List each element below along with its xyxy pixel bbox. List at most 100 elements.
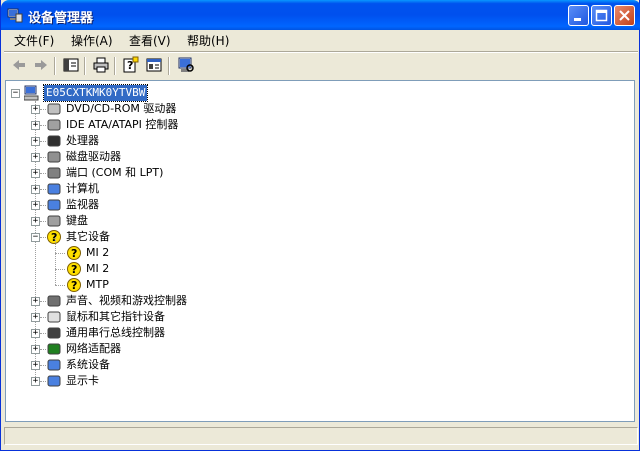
- computer-icon: [47, 183, 61, 195]
- expand-toggle[interactable]: +: [31, 297, 40, 306]
- system-device-icon: [47, 359, 61, 371]
- console-tree-icon[interactable]: [62, 56, 80, 74]
- tree-item[interactable]: + 网络适配器: [6, 341, 626, 357]
- tree-item-label: MTP: [86, 278, 109, 291]
- menu-view[interactable]: 查看(V): [129, 32, 171, 49]
- tree-guide: [55, 253, 65, 254]
- print-icon[interactable]: [92, 56, 110, 74]
- tree-item[interactable]: + 键盘: [6, 213, 626, 229]
- tree-item[interactable]: + 监视器: [6, 197, 626, 213]
- expand-toggle[interactable]: +: [31, 313, 40, 322]
- mouse-icon: [47, 311, 61, 323]
- usb-icon: [47, 327, 61, 339]
- expand-toggle[interactable]: +: [31, 201, 40, 210]
- tree-item[interactable]: + IDE ATA/ATAPI 控制器: [6, 117, 626, 133]
- unknown-device-icon: ?: [67, 262, 81, 276]
- expand-toggle[interactable]: +: [31, 217, 40, 226]
- tree-item[interactable]: + 处理器: [6, 133, 626, 149]
- tree-item[interactable]: + 声音、视频和游戏控制器: [6, 293, 626, 309]
- toolbar-separator: [54, 57, 56, 75]
- status-bar: [4, 425, 638, 447]
- display-adapter-icon: [47, 375, 61, 387]
- toolbar-separator: [168, 57, 170, 75]
- tree-child-item[interactable]: ? MI 2: [6, 245, 626, 261]
- dvd-drive-icon: [47, 103, 61, 115]
- tree-item-label: 端口 (COM 和 LPT): [66, 166, 164, 179]
- tree-item[interactable]: + 系统设备: [6, 357, 626, 373]
- unknown-device-icon: ?: [67, 246, 81, 260]
- tree-item[interactable]: + 端口 (COM 和 LPT): [6, 165, 626, 181]
- svg-text:?: ?: [71, 279, 77, 292]
- port-icon: [47, 167, 61, 179]
- tree-item-label: 网络适配器: [66, 342, 121, 355]
- maximize-button[interactable]: [591, 5, 612, 26]
- minimize-icon: [574, 18, 581, 21]
- help-icon[interactable]: ?: [122, 56, 140, 74]
- device-tree[interactable]: − E05CXTKMK0YTVBW + DVD/CD-ROM 驱动器 + IDE AT…: [5, 80, 635, 422]
- expand-toggle[interactable]: +: [31, 185, 40, 194]
- tree-item-label: 显示卡: [66, 374, 99, 387]
- svg-text:?: ?: [127, 59, 133, 72]
- tree-item[interactable]: + DVD/CD-ROM 驱动器: [6, 101, 626, 117]
- device-manager-icon: [7, 8, 23, 23]
- tree-item-label: MI 2: [86, 246, 110, 259]
- title-bar[interactable]: 设备管理器: [1, 0, 640, 30]
- toolbar-separator: [84, 57, 86, 75]
- sound-icon: [47, 295, 61, 307]
- tree-child-item[interactable]: ? MI 2: [6, 261, 626, 277]
- tree-item[interactable]: + 鼠标和其它指针设备: [6, 309, 626, 325]
- tree-root-label: E05CXTKMK0YTVBW: [42, 84, 149, 102]
- tree-item[interactable]: + 磁盘驱动器: [6, 149, 626, 165]
- expand-toggle[interactable]: +: [31, 377, 40, 386]
- expand-toggle[interactable]: +: [31, 361, 40, 370]
- expand-toggle[interactable]: +: [31, 137, 40, 146]
- expand-toggle[interactable]: +: [31, 153, 40, 162]
- back-icon[interactable]: [10, 56, 28, 74]
- tree-item-label: 处理器: [66, 134, 99, 147]
- tree-item[interactable]: + 计算机: [6, 181, 626, 197]
- expand-toggle[interactable]: +: [31, 105, 40, 114]
- tree-item-label: 通用串行总线控制器: [66, 326, 165, 339]
- minimize-button[interactable]: [568, 5, 589, 26]
- tree-item[interactable]: + 显示卡: [6, 373, 626, 389]
- tree-child-item[interactable]: ? MTP: [6, 277, 626, 293]
- computer-icon: [24, 85, 39, 101]
- monitor-icon: [47, 199, 61, 211]
- tree-guide: [55, 285, 65, 286]
- tree-item[interactable]: −? 其它设备: [6, 229, 626, 245]
- keyboard-icon: [47, 215, 61, 227]
- menu-help[interactable]: 帮助(H): [187, 32, 229, 49]
- toolbar-separator: [114, 57, 116, 75]
- menu-action[interactable]: 操作(A): [71, 32, 113, 49]
- unknown-device-icon: ?: [47, 230, 61, 244]
- tree-guide: [55, 269, 65, 270]
- tree-root[interactable]: − E05CXTKMK0YTVBW: [6, 84, 626, 102]
- expand-toggle[interactable]: +: [31, 329, 40, 338]
- svg-text:?: ?: [71, 263, 77, 276]
- svg-text:?: ?: [71, 247, 77, 260]
- toolbar: ?: [4, 53, 638, 79]
- tree-item-label: 磁盘驱动器: [66, 150, 121, 163]
- scan-hardware-icon[interactable]: [177, 56, 195, 74]
- tree-item-label: 其它设备: [66, 230, 110, 243]
- expand-toggle[interactable]: +: [31, 345, 40, 354]
- expand-toggle[interactable]: +: [31, 169, 40, 178]
- tree-item-label: DVD/CD-ROM 驱动器: [66, 102, 177, 115]
- properties-icon[interactable]: [145, 56, 163, 74]
- forward-icon[interactable]: [32, 56, 50, 74]
- tree-item-label: IDE ATA/ATAPI 控制器: [66, 118, 179, 131]
- tree-item-label: MI 2: [86, 262, 110, 275]
- collapse-toggle[interactable]: −: [31, 233, 40, 242]
- window-title: 设备管理器: [28, 11, 94, 26]
- status-pane: [4, 427, 638, 445]
- collapse-toggle[interactable]: −: [11, 89, 20, 98]
- tree-item-label: 计算机: [66, 182, 99, 195]
- processor-icon: [47, 135, 61, 147]
- menu-file[interactable]: 文件(F): [14, 32, 54, 49]
- ide-controller-icon: [47, 119, 61, 131]
- close-button[interactable]: [614, 5, 635, 26]
- maximize-icon: [595, 9, 608, 22]
- expand-toggle[interactable]: +: [31, 121, 40, 130]
- close-icon: [619, 10, 630, 21]
- tree-item[interactable]: + 通用串行总线控制器: [6, 325, 626, 341]
